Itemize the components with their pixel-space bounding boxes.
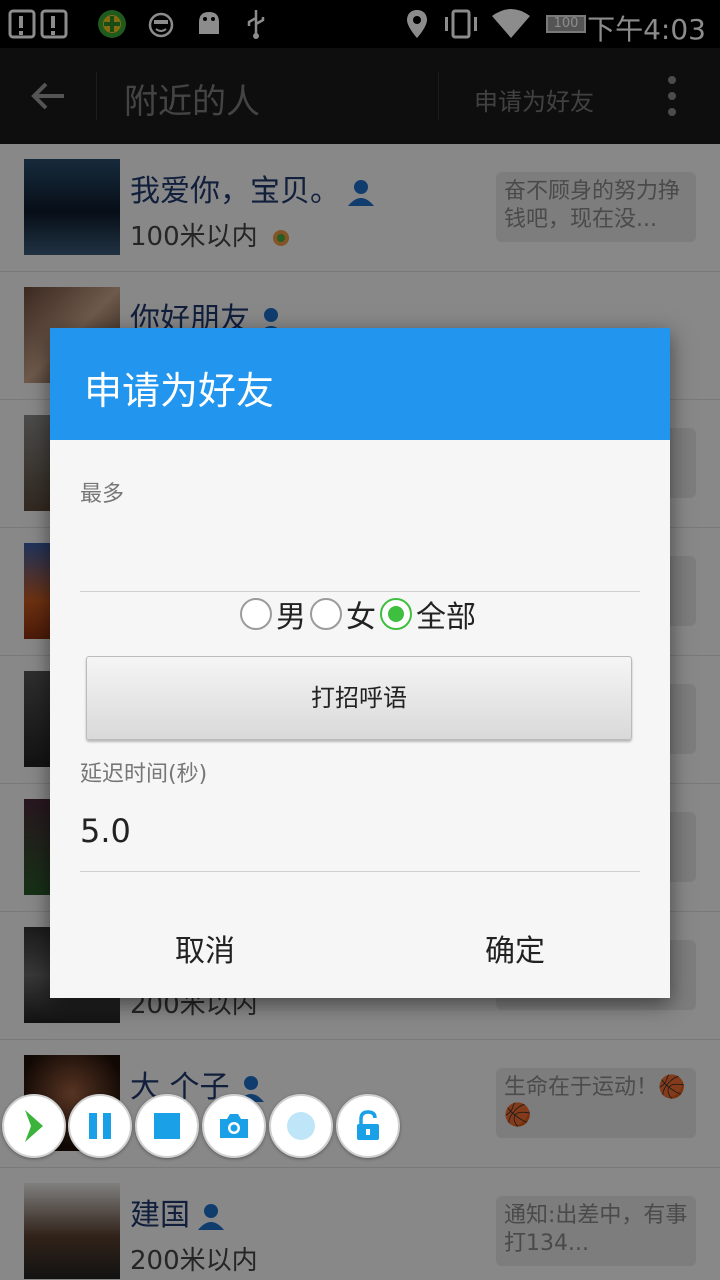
max-input[interactable] bbox=[80, 518, 640, 588]
expand-button[interactable] bbox=[2, 1094, 66, 1158]
request-friend-dialog: 申请为好友 最多 男 女 全部 打招呼语 延迟时间(秒) 5.0 取消 确定 bbox=[50, 328, 670, 998]
radio-circle-checked bbox=[380, 598, 412, 630]
delay-input[interactable]: 5.0 bbox=[80, 812, 131, 850]
radio-female[interactable]: 女 bbox=[310, 592, 376, 636]
delay-input-underline bbox=[80, 871, 640, 872]
record-icon bbox=[287, 1112, 315, 1140]
greeting-button[interactable]: 打招呼语 bbox=[86, 656, 632, 740]
dialog-header: 申请为好友 bbox=[50, 328, 670, 440]
radio-circle bbox=[310, 598, 342, 630]
radio-label: 男 bbox=[276, 600, 306, 635]
stop-button[interactable] bbox=[135, 1094, 199, 1158]
pause-icon bbox=[89, 1113, 111, 1139]
record-button[interactable] bbox=[269, 1094, 333, 1158]
unlock-button[interactable] bbox=[336, 1094, 400, 1158]
radio-label: 女 bbox=[346, 600, 376, 635]
confirm-button[interactable]: 确定 bbox=[360, 924, 670, 980]
stop-icon bbox=[154, 1113, 180, 1139]
radio-circle bbox=[240, 598, 272, 630]
camera-icon bbox=[220, 1114, 248, 1138]
dialog-title: 申请为好友 bbox=[84, 369, 275, 413]
gender-radio-group: 男 女 全部 bbox=[240, 592, 480, 636]
cancel-button[interactable]: 取消 bbox=[50, 924, 360, 980]
pause-button[interactable] bbox=[68, 1094, 132, 1158]
radio-all[interactable]: 全部 bbox=[380, 592, 476, 636]
screenshot-button[interactable] bbox=[202, 1094, 266, 1158]
radio-label: 全部 bbox=[416, 600, 476, 635]
max-label: 最多 bbox=[80, 482, 125, 507]
radio-male[interactable]: 男 bbox=[240, 592, 306, 636]
expand-icon bbox=[25, 1110, 43, 1142]
unlock-icon bbox=[357, 1110, 379, 1140]
delay-label: 延迟时间(秒) bbox=[80, 762, 208, 787]
